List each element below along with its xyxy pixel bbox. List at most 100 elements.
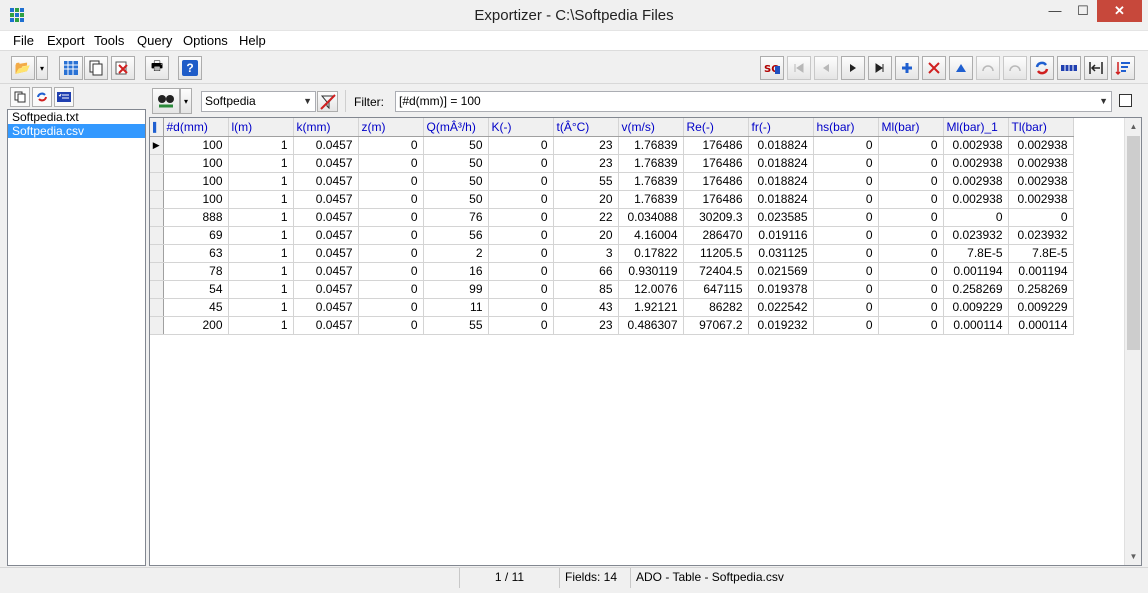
table-cell[interactable]: 0.0457 <box>293 208 359 227</box>
table-cell[interactable]: 1 <box>228 316 294 335</box>
table-cell[interactable]: 0.023932 <box>943 226 1009 245</box>
table-cell[interactable]: 0.0457 <box>293 136 359 155</box>
table-cell[interactable]: 0 <box>878 190 944 209</box>
column-header[interactable]: hs(bar) <box>813 118 879 137</box>
table-cell[interactable]: 69 <box>163 226 229 245</box>
table-cell[interactable]: 1 <box>228 226 294 245</box>
row-indicator[interactable] <box>150 244 164 263</box>
copy-file-button[interactable] <box>10 87 30 107</box>
table-cell[interactable]: 0 <box>358 172 424 191</box>
table-cell[interactable]: 0.002938 <box>943 172 1009 191</box>
table-cell[interactable]: 0.930119 <box>618 262 684 281</box>
table-cell[interactable]: 23 <box>553 154 619 173</box>
column-header[interactable]: t(Â°C) <box>553 118 619 137</box>
table-cell[interactable]: 55 <box>553 172 619 191</box>
table-cell[interactable]: 1.76839 <box>618 154 684 173</box>
file-list[interactable]: Softpedia.txt Softpedia.csv <box>7 109 146 566</box>
menu-help[interactable]: Help <box>239 33 266 48</box>
table-cell[interactable]: 85 <box>553 280 619 299</box>
scroll-thumb[interactable] <box>1127 136 1140 350</box>
table-cell[interactable]: 0 <box>1008 208 1074 227</box>
find-dropdown-button[interactable]: ▾ <box>180 88 192 114</box>
table-row[interactable]: 45 1 0.0457 0 11 0 43 1.92121 86282 0.022542 0 0 0.0… <box>150 298 1074 317</box>
table-cell[interactable]: 0.0457 <box>293 190 359 209</box>
row-indicator[interactable] <box>150 298 164 317</box>
menu-export[interactable]: Export <box>47 33 85 48</box>
table-cell[interactable]: 23 <box>553 316 619 335</box>
table-row[interactable]: 78 1 0.0457 0 16 0 66 0.930119 72404.5 0.021569 0 0… <box>150 262 1074 281</box>
table-cell[interactable]: 1 <box>228 190 294 209</box>
table-cell[interactable]: 1 <box>228 262 294 281</box>
table-cell[interactable]: 0.0457 <box>293 172 359 191</box>
table-cell[interactable]: 0.021569 <box>748 262 814 281</box>
table-cell[interactable]: 1.76839 <box>618 136 684 155</box>
table-cell[interactable]: 0.009229 <box>943 298 1009 317</box>
table-cell[interactable]: 7.8E-5 <box>1008 244 1074 263</box>
column-header[interactable]: Ml(bar)_1 <box>943 118 1009 137</box>
column-header[interactable]: Q(mÂ³/h) <box>423 118 489 137</box>
table-cell[interactable]: 0.019232 <box>748 316 814 335</box>
table-cell[interactable]: 176486 <box>683 190 749 209</box>
open-folder-button[interactable]: 📂 <box>11 56 35 80</box>
table-row[interactable]: 100 1 0.0457 0 50 0 20 1.76839 176486 0.018824 0 0 0… <box>150 190 1074 209</box>
file-item-selected[interactable]: Softpedia.csv <box>8 124 145 138</box>
table-cell[interactable]: 0.000114 <box>943 316 1009 335</box>
post-button[interactable] <box>976 56 1000 80</box>
row-indicator[interactable] <box>150 172 164 191</box>
menu-query[interactable]: Query <box>137 33 172 48</box>
minimize-button[interactable]: — <box>1041 0 1069 22</box>
table-cell[interactable]: 0.018824 <box>748 154 814 173</box>
table-cell[interactable]: 0.000114 <box>1008 316 1074 335</box>
column-header[interactable]: v(m/s) <box>618 118 684 137</box>
table-cell[interactable]: 1 <box>228 280 294 299</box>
export-grid-button[interactable] <box>59 56 83 80</box>
table-cell[interactable]: 0 <box>488 154 554 173</box>
table-cell[interactable]: 0 <box>878 172 944 191</box>
batch-button[interactable] <box>111 56 135 80</box>
edit-record-button[interactable] <box>949 56 973 80</box>
table-cell[interactable]: 0.001194 <box>943 262 1009 281</box>
table-cell[interactable]: 0 <box>488 208 554 227</box>
refresh-files-button[interactable] <box>32 87 52 107</box>
table-cell[interactable]: 0.018824 <box>748 190 814 209</box>
table-cell[interactable]: 0 <box>878 316 944 335</box>
table-cell[interactable]: 100 <box>163 190 229 209</box>
vertical-scrollbar[interactable]: ▲ ▼ <box>1124 118 1141 565</box>
column-header[interactable]: Tl(bar) <box>1008 118 1074 137</box>
table-cell[interactable]: 1 <box>228 154 294 173</box>
table-cell[interactable]: 11205.5 <box>683 244 749 263</box>
row-indicator[interactable] <box>150 316 164 335</box>
table-cell[interactable]: 50 <box>423 172 489 191</box>
close-button[interactable]: ✕ <box>1097 0 1142 22</box>
insert-record-button[interactable] <box>895 56 919 80</box>
table-cell[interactable]: 0 <box>488 190 554 209</box>
table-cell[interactable]: 0.002938 <box>1008 190 1074 209</box>
table-cell[interactable]: 0 <box>488 316 554 335</box>
table-cell[interactable]: 0.023932 <box>1008 226 1074 245</box>
table-cell[interactable]: 100 <box>163 154 229 173</box>
table-cell[interactable]: 22 <box>553 208 619 227</box>
table-cell[interactable]: 20 <box>553 226 619 245</box>
data-grid[interactable]: ▌ #d(mm) l(m) k(mm) z(m) Q(mÂ³/h) K(-) t… <box>149 117 1142 566</box>
table-cell[interactable]: 0.001194 <box>1008 262 1074 281</box>
table-cell[interactable]: 100 <box>163 136 229 155</box>
table-cell[interactable]: 2 <box>423 244 489 263</box>
table-cell[interactable]: 45 <box>163 298 229 317</box>
table-cell[interactable]: 72404.5 <box>683 262 749 281</box>
scroll-up-arrow[interactable]: ▲ <box>1125 118 1141 135</box>
table-cell[interactable]: 78 <box>163 262 229 281</box>
table-cell[interactable]: 50 <box>423 190 489 209</box>
table-cell[interactable]: 1.76839 <box>618 190 684 209</box>
table-cell[interactable]: 0.0457 <box>293 244 359 263</box>
table-cell[interactable]: 63 <box>163 244 229 263</box>
table-cell[interactable]: 0 <box>813 136 879 155</box>
open-dropdown-button[interactable]: ▾ <box>36 56 48 80</box>
columns-button[interactable] <box>1057 56 1081 80</box>
table-cell[interactable]: 1 <box>228 298 294 317</box>
table-cell[interactable]: 200 <box>163 316 229 335</box>
table-cell[interactable]: 56 <box>423 226 489 245</box>
maximize-button[interactable]: ☐ <box>1069 0 1097 22</box>
menu-file[interactable]: File <box>13 33 34 48</box>
cancel-edit-button[interactable] <box>1003 56 1027 80</box>
print-button[interactable]: 🖶 <box>145 56 169 80</box>
